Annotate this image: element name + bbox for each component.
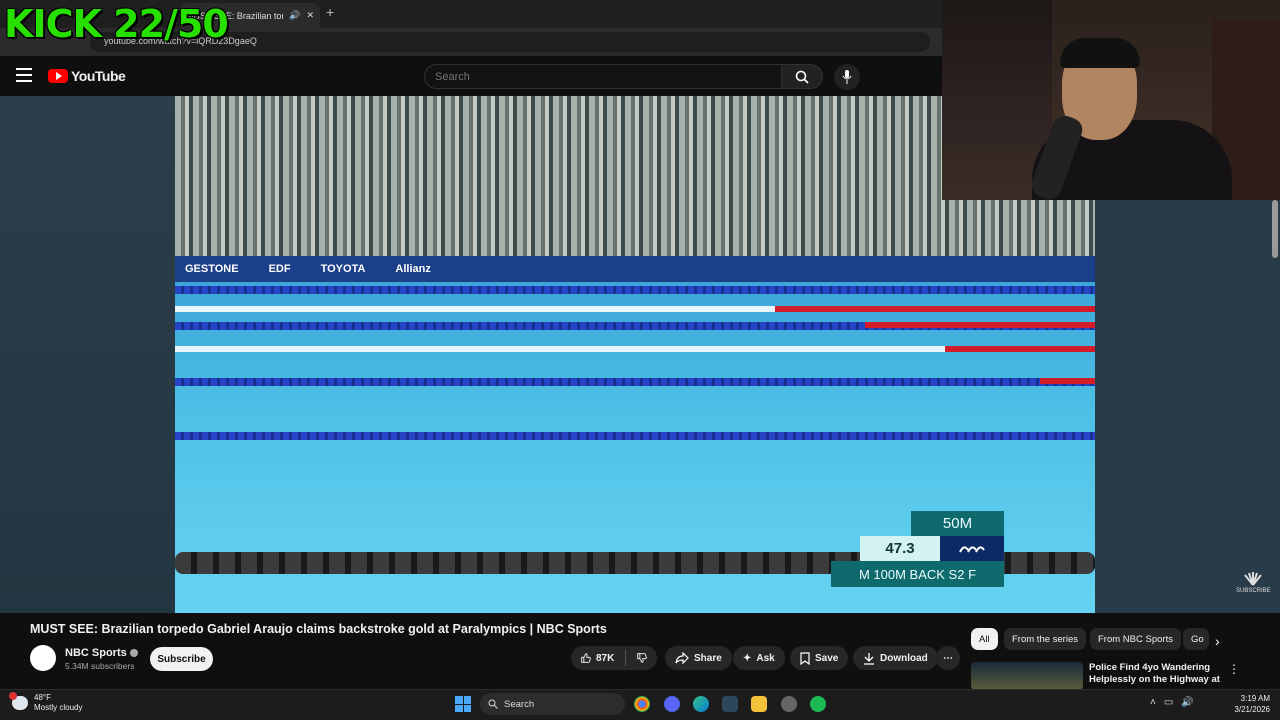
obs-icon[interactable]: [781, 696, 797, 712]
ask-label: Ask: [756, 652, 775, 664]
clock-time: 3:19 AM: [1240, 694, 1270, 703]
hamburger-menu-icon[interactable]: [16, 68, 32, 82]
download-button[interactable]: Download: [853, 646, 938, 670]
lane-rope: [175, 378, 1095, 386]
youtube-play-icon: [48, 69, 68, 83]
kick-counter-overlay: KICK 22/50: [4, 2, 229, 46]
network-icon[interactable]: ▭: [1164, 697, 1173, 708]
chip-from-nbc-sports[interactable]: From NBC Sports: [1090, 628, 1181, 650]
ad-board: GESTONE: [185, 263, 239, 275]
discord-icon[interactable]: [664, 696, 680, 712]
sparkle-icon: ✦: [743, 652, 752, 664]
scoreboard-distance: 50M: [911, 511, 1004, 536]
search-icon: [488, 699, 498, 709]
like-count[interactable]: 87K: [596, 653, 614, 664]
scoreboard-event: M 100M BACK S2 F: [831, 561, 1004, 587]
taskbar-search[interactable]: Search: [480, 693, 625, 715]
lane-rope: [175, 432, 1095, 440]
lane-rope-red-section: [1040, 378, 1095, 384]
watermark-label: SUBSCRIBE: [1236, 588, 1271, 594]
taskbar-search-label: Search: [504, 698, 535, 710]
clock-date: 3/21/2026: [1234, 705, 1270, 714]
scoreboard-time: 47.3: [860, 536, 940, 561]
download-label: Download: [880, 652, 928, 664]
weather-widget[interactable]: 48°F Mostly cloudy: [9, 692, 83, 713]
chrome-icon[interactable]: [634, 696, 650, 712]
new-tab-icon[interactable]: +: [326, 4, 334, 20]
ambient-background-left: [0, 96, 175, 613]
thumbs-down-icon[interactable]: [637, 651, 647, 665]
channel-name-row[interactable]: NBC Sports: [65, 647, 138, 659]
close-tab-icon[interactable]: ✕: [306, 10, 314, 21]
voice-search-button[interactable]: [834, 64, 860, 90]
verified-icon: [129, 649, 138, 657]
ambient-background-right: [1095, 200, 1280, 613]
recommended-thumbnail[interactable]: [971, 662, 1083, 690]
share-label: Share: [694, 652, 722, 664]
file-explorer-icon[interactable]: [751, 696, 767, 712]
search-icon: [795, 70, 809, 84]
chip-all[interactable]: All: [971, 628, 998, 650]
youtube-header: YouTube: [0, 56, 942, 96]
chevron-right-icon[interactable]: ›: [1215, 633, 1220, 649]
speaker-icon[interactable]: 🔊: [289, 10, 300, 21]
weather-desc: Mostly cloudy: [34, 703, 83, 712]
subscriber-count: 5.34M subscribers: [65, 661, 135, 671]
ad-board: EDF: [268, 263, 291, 275]
paralympics-logo-icon: [940, 536, 1004, 561]
like-dislike-group: 87K: [571, 646, 657, 670]
cloud-icon: [9, 692, 28, 710]
lane-rope: [175, 286, 1095, 294]
youtube-logo[interactable]: YouTube: [48, 68, 126, 84]
subscribe-button[interactable]: Subscribe: [150, 647, 213, 671]
volume-icon[interactable]: 🔊: [1181, 697, 1193, 708]
video-title: MUST SEE: Brazilian torpedo Gabriel Arau…: [30, 622, 607, 636]
nbc-peacock-icon: [1244, 572, 1263, 586]
youtube-logo-text: YouTube: [71, 68, 126, 84]
share-icon: [675, 652, 689, 664]
thumbs-up-icon[interactable]: [581, 651, 591, 665]
lane-rope-red-section: [945, 346, 1095, 352]
windows-start-icon[interactable]: [455, 696, 471, 712]
recommended-menu-icon[interactable]: ⋮: [1228, 662, 1240, 676]
system-tray[interactable]: ˄ ▭ 🔊: [1150, 697, 1194, 708]
save-button[interactable]: Save: [790, 646, 849, 670]
ask-button[interactable]: ✦ Ask: [733, 646, 785, 670]
lane-rope-red-section: [775, 306, 1095, 312]
channel-name[interactable]: NBC Sports: [65, 647, 127, 659]
steam-icon[interactable]: [722, 696, 738, 712]
chip-from-the-series[interactable]: From the series: [1004, 628, 1086, 650]
spotify-icon[interactable]: [810, 696, 826, 712]
advertising-boards: GESTONE EDF TOYOTA Allianz: [175, 256, 1095, 282]
chip-truncated[interactable]: Go: [1183, 628, 1209, 650]
chevron-up-icon[interactable]: ˄: [1150, 697, 1156, 708]
save-label: Save: [815, 652, 839, 664]
lane-rope-red-section: [865, 322, 1095, 328]
taskbar-clock[interactable]: 3:19 AM 3/21/2026: [1228, 693, 1270, 715]
channel-avatar[interactable]: [30, 645, 56, 671]
bookmark-icon: [800, 651, 810, 665]
search-input[interactable]: [425, 65, 781, 88]
weather-temp: 48°F: [34, 693, 51, 702]
search-box[interactable]: [424, 64, 782, 89]
ad-board: TOYOTA: [320, 263, 366, 275]
microphone-icon: [842, 70, 852, 84]
edge-icon[interactable]: [693, 696, 709, 712]
more-actions-icon[interactable]: ⋯: [936, 646, 960, 670]
ad-board: Allianz: [395, 263, 431, 275]
nbc-watermark[interactable]: SUBSCRIBE: [1236, 572, 1271, 594]
page-scrollbar[interactable]: [1272, 200, 1278, 258]
webcam-overlay: [942, 0, 1280, 200]
download-icon: [864, 652, 874, 665]
share-button[interactable]: Share: [665, 646, 732, 670]
search-button[interactable]: [781, 64, 823, 89]
